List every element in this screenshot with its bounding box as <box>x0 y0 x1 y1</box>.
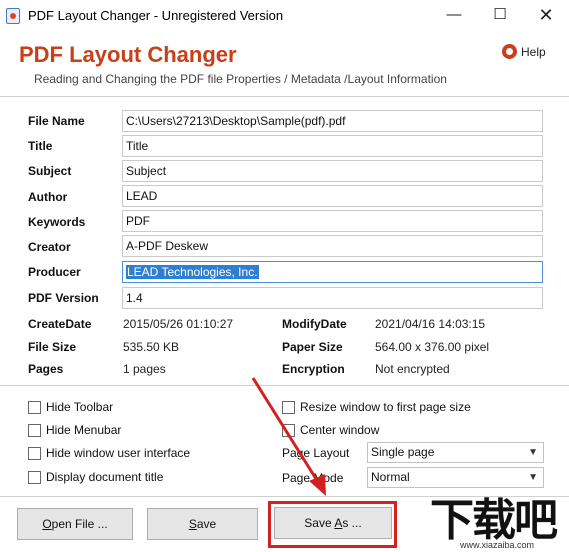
watermark-logo-text: 下载吧 <box>430 496 558 545</box>
annotation-arrow <box>251 377 326 496</box>
watermark-logo: 下载吧 www.xiazaiba.com <box>430 496 569 552</box>
watermark-url: www.xiazaiba.com <box>460 540 535 550</box>
